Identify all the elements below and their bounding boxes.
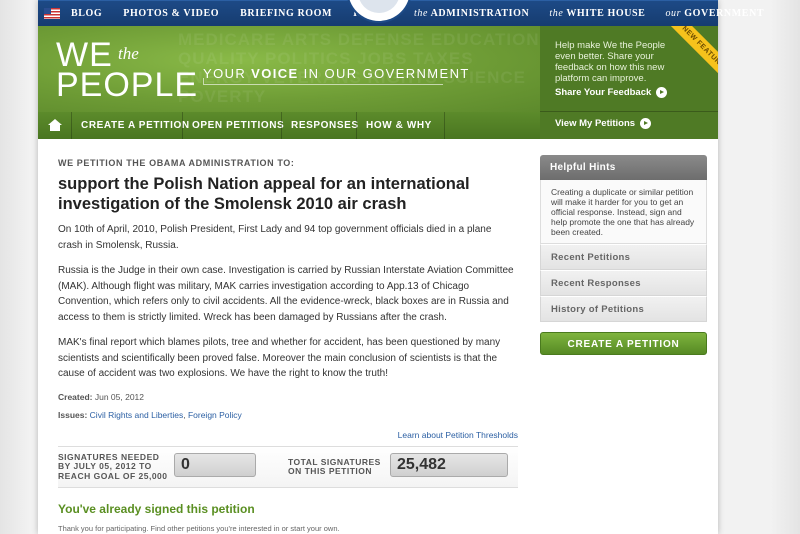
arrow-right-icon <box>640 118 652 129</box>
nav-divider <box>182 112 183 139</box>
nav-divider <box>444 112 445 139</box>
logo-the: the <box>118 44 139 63</box>
nav-our-government[interactable]: our GOVERNMENT <box>665 8 764 19</box>
total-signatures-label: TOTAL SIGNATURES ON THIS PETITION <box>288 456 381 476</box>
nav-briefing-room[interactable]: BRIEFING ROOM <box>240 8 332 19</box>
tagline-underline <box>203 78 443 85</box>
feedback-text: Help make We the People even better. Sha… <box>555 40 666 84</box>
page-container: BLOG PHOTOS & VIDEO BRIEFING ROOM ISSUES… <box>38 0 764 534</box>
presidential-seal-icon[interactable] <box>346 0 412 23</box>
petition-paragraph: On 10th of April, 2010, Polish President… <box>58 224 492 251</box>
nav-divider <box>281 112 282 139</box>
tagline: YOUR VOICE IN OUR GOVERNMENT <box>203 66 470 81</box>
top-navigation: BLOG PHOTOS & VIDEO BRIEFING ROOM ISSUES… <box>38 0 764 26</box>
nav-how-and-why[interactable]: HOW & WHY <box>366 120 432 131</box>
signed-status-note: Thank you for participating. Find other … <box>58 523 340 533</box>
issue-link-civil-rights[interactable]: Civil Rights and Liberties <box>90 410 184 420</box>
nav-open-petitions[interactable]: OPEN PETITIONS <box>192 120 284 131</box>
total-signatures-value: 25,482 <box>390 452 508 477</box>
sidebar-item-recent-petitions[interactable]: Recent Petitions <box>540 244 707 270</box>
petition-paragraph: MAK's final report which blames pilots, … <box>58 337 501 379</box>
view-my-petitions-link[interactable]: View My Petitions <box>555 118 652 129</box>
feedback-panel: Help make We the People even better. Sha… <box>540 26 718 139</box>
feedback-divider <box>540 111 718 112</box>
helpful-hints-text: Creating a duplicate or similar petition… <box>540 180 707 244</box>
helpful-hints-header: Helpful Hints <box>540 155 707 180</box>
signed-status-title: You've already signed this petition <box>58 501 255 516</box>
petition-paragraph: Russia is the Judge in their own case. I… <box>58 265 514 323</box>
nav-responses[interactable]: RESPONSES <box>291 120 359 131</box>
share-feedback-link[interactable]: Share Your Feedback <box>555 87 668 98</box>
nav-divider <box>356 112 357 139</box>
top-nav-right: the ADMINISTRATION the WHITE HOUSE our G… <box>414 8 784 19</box>
browser-background: BLOG PHOTOS & VIDEO BRIEFING ROOM ISSUES… <box>0 0 800 534</box>
petition-thresholds-link[interactable]: Learn about Petition Thresholds <box>58 430 518 440</box>
nav-create-petition[interactable]: CREATE A PETITION <box>81 120 190 131</box>
issue-link-foreign-policy[interactable]: Foreign Policy <box>188 410 242 420</box>
sidebar: Helpful Hints Creating a duplicate or si… <box>540 155 707 355</box>
logo-people: PEOPLE <box>56 66 199 104</box>
signatures-needed-value: 0 <box>174 452 256 477</box>
petition-issues: Issues: Civil Rights and Liberties, Fore… <box>58 409 242 420</box>
create-petition-button[interactable]: CREATE A PETITION <box>540 332 707 355</box>
sidebar-item-history-of-petitions[interactable]: History of Petitions <box>540 296 707 322</box>
petition-content: WE PETITION THE OBAMA ADMINISTRATION TO:… <box>58 158 518 533</box>
created-date: Created: Jun 05, 2012 <box>58 391 145 402</box>
sidebar-item-recent-responses[interactable]: Recent Responses <box>540 270 707 296</box>
nav-blog[interactable]: BLOG <box>71 8 102 19</box>
us-flag-icon <box>44 8 60 19</box>
petition-lead: WE PETITION THE OBAMA ADMINISTRATION TO: <box>58 158 295 168</box>
nav-photos-video[interactable]: PHOTOS & VIDEO <box>123 8 219 19</box>
petition-navigation: CREATE A PETITION OPEN PETITIONS RESPONS… <box>38 112 540 139</box>
nav-the-administration[interactable]: the ADMINISTRATION <box>414 8 529 19</box>
hero-banner: MEDICARE ARTS DEFENSE EDUCATION QUALITY … <box>38 26 540 112</box>
signatures-needed-label: SIGNATURES NEEDED BY JULY 05, 2012 TO RE… <box>58 451 168 481</box>
signature-counts: SIGNATURES NEEDED BY JULY 05, 2012 TO RE… <box>58 445 518 488</box>
petition-title: support the Polish Nation appeal for an … <box>58 175 470 213</box>
arrow-right-icon <box>656 87 668 98</box>
nav-the-white-house[interactable]: the WHITE HOUSE <box>549 8 645 19</box>
home-icon[interactable] <box>48 119 62 132</box>
nav-divider <box>71 112 72 139</box>
